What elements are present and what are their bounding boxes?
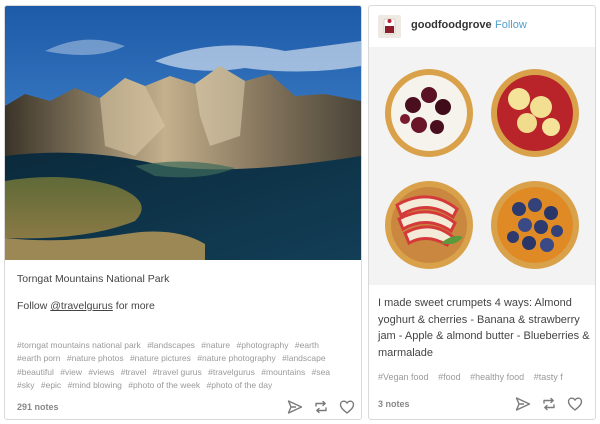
tag-link[interactable]: #mind blowing xyxy=(68,380,122,390)
mountain-landscape-image xyxy=(5,6,361,260)
reblog-icon[interactable] xyxy=(313,399,329,415)
notes-count[interactable]: 291 notes xyxy=(17,402,59,412)
travelgurus-link[interactable]: @travelgurus xyxy=(50,300,113,312)
crumpets-image xyxy=(369,47,595,285)
tag-link[interactable]: #photography xyxy=(237,340,289,350)
post-photo-crumpets[interactable] xyxy=(369,47,595,285)
heart-icon[interactable] xyxy=(339,399,355,415)
paper-plane-icon[interactable] xyxy=(515,396,531,412)
avatar[interactable] xyxy=(378,15,401,38)
tag-link[interactable]: #travelgurus xyxy=(208,367,255,377)
paper-plane-icon[interactable] xyxy=(287,399,303,415)
tag-list: #Vegan food #food #healthy food #tasty f xyxy=(378,372,590,382)
tag-link[interactable]: #torngat mountains national park xyxy=(17,340,141,350)
tag-link[interactable]: #landscapes xyxy=(147,340,195,350)
blog-name-link[interactable]: goodfoodgrove xyxy=(411,19,492,31)
notes-count[interactable]: 3 notes xyxy=(378,399,410,409)
tag-link[interactable]: #view xyxy=(60,367,82,377)
tag-link[interactable]: #nature pictures xyxy=(130,353,191,363)
tag-link[interactable]: #nature xyxy=(201,340,230,350)
tag-list: #torngat mountains national park #landsc… xyxy=(17,339,357,393)
tag-link[interactable]: #photo of the week xyxy=(128,380,200,390)
reblog-icon[interactable] xyxy=(541,396,557,412)
tag-link[interactable]: #nature photography xyxy=(197,353,275,363)
tag-link[interactable]: #epic xyxy=(41,380,61,390)
follow-prefix: Follow xyxy=(17,300,51,312)
tag-link[interactable]: #photo of the day xyxy=(207,380,273,390)
tag-link[interactable]: #healthy food xyxy=(470,372,524,382)
follow-button[interactable]: Follow xyxy=(495,19,527,31)
heart-icon[interactable] xyxy=(567,396,583,412)
tag-link[interactable]: #mountains xyxy=(261,367,305,377)
follow-suffix: for more xyxy=(112,300,155,312)
tag-link[interactable]: #Vegan food xyxy=(378,372,429,382)
post-actions xyxy=(515,396,583,412)
post-photo-mountains[interactable] xyxy=(5,6,361,260)
tag-link[interactable]: #nature photos xyxy=(67,353,124,363)
tag-link[interactable]: #tasty f xyxy=(534,372,563,382)
tag-link[interactable]: #sky xyxy=(17,380,34,390)
post-card-travelgurus: Torngat Mountains National Park Follow @… xyxy=(4,5,362,420)
post-follow-line: Follow @travelgurus for more xyxy=(17,300,155,312)
tag-link[interactable]: #beautiful xyxy=(17,367,54,377)
tag-link[interactable]: #landscape xyxy=(282,353,325,363)
avatar-image xyxy=(378,15,401,38)
tag-link[interactable]: #earth porn xyxy=(17,353,60,363)
post-card-goodfoodgrove: goodfoodgrove Follow I made sweet crumpe… xyxy=(368,5,596,420)
post-actions xyxy=(287,399,355,415)
tag-link[interactable]: #earth xyxy=(295,340,319,350)
tag-link[interactable]: #views xyxy=(88,367,114,377)
post-caption: I made sweet crumpets 4 ways: Almond yog… xyxy=(378,297,590,359)
tag-link[interactable]: #travel xyxy=(121,367,147,377)
post-title: Torngat Mountains National Park xyxy=(17,273,170,285)
tag-link[interactable]: #food xyxy=(438,372,461,382)
tag-link[interactable]: #travel gurus xyxy=(153,367,202,377)
tag-link[interactable]: #sea xyxy=(312,367,330,377)
